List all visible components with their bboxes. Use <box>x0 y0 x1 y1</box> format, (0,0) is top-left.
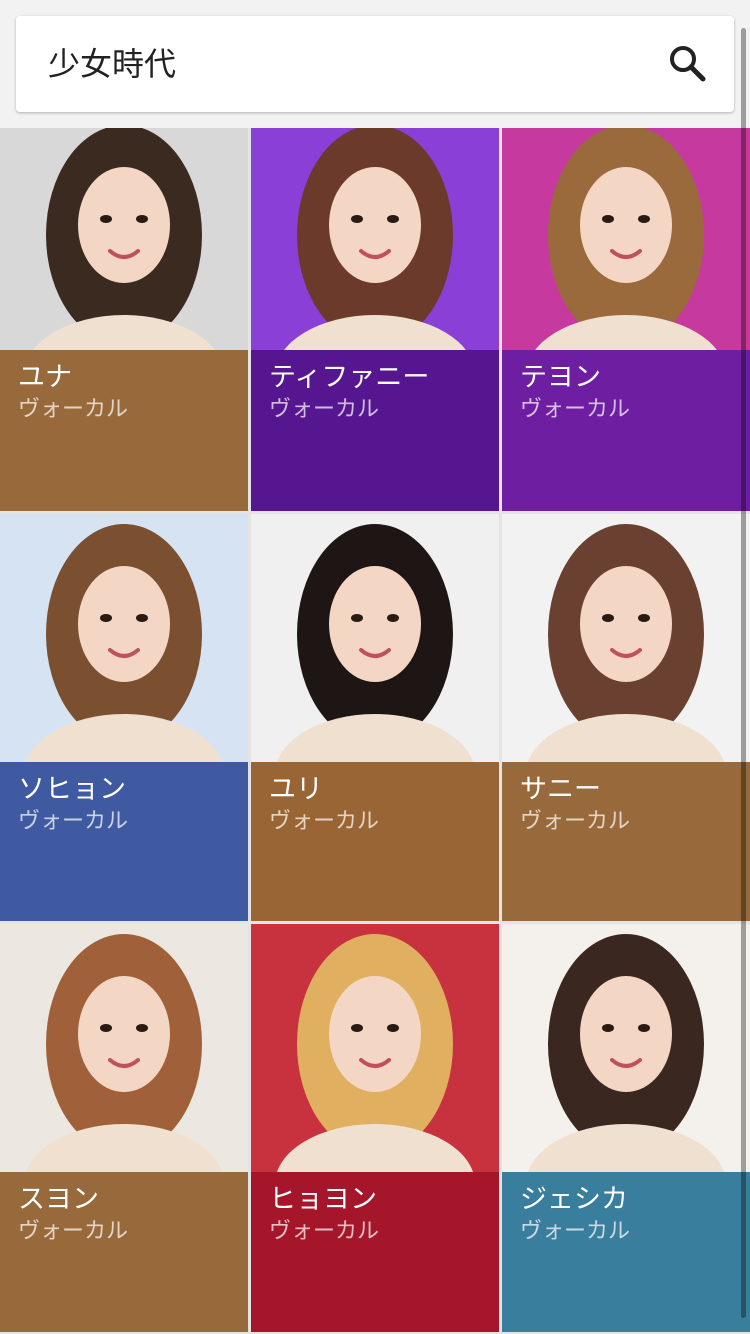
member-info: ジェシカ ヴォーカル <box>502 1172 750 1332</box>
portrait-image <box>251 924 499 1172</box>
member-photo <box>502 128 750 350</box>
member-role: ヴォーカル <box>18 397 129 422</box>
member-card-9[interactable]: ジェシカ ヴォーカル <box>502 924 750 1332</box>
member-info: スヨン ヴォーカル <box>0 1172 248 1332</box>
portrait-image <box>0 128 248 350</box>
portrait-image <box>502 924 750 1172</box>
member-photo <box>0 514 248 762</box>
member-name: スヨン <box>18 1184 99 1215</box>
member-role: ヴォーカル <box>520 809 631 834</box>
member-name: サニー <box>520 774 601 805</box>
member-role: ヴォーカル <box>269 809 380 834</box>
member-info: テヨン ヴォーカル <box>502 350 750 511</box>
portrait-image <box>502 128 750 350</box>
member-grid: ユナ ヴォーカル ティファニー ヴォーカル テヨン ヴォーカル ソヒョン ヴォー… <box>0 128 750 1334</box>
member-name: ユリ <box>269 774 323 805</box>
portrait-image <box>0 924 248 1172</box>
member-name: ユナ <box>18 362 72 393</box>
member-photo <box>251 514 499 762</box>
member-card-8[interactable]: ヒョヨン ヴォーカル <box>251 924 499 1332</box>
member-photo <box>502 514 750 762</box>
member-name: ヒョヨン <box>269 1184 377 1215</box>
member-role: ヴォーカル <box>520 397 631 422</box>
member-role: ヴォーカル <box>18 1219 129 1244</box>
member-name: ジェシカ <box>520 1184 628 1215</box>
member-info: ユナ ヴォーカル <box>0 350 248 511</box>
app-screen: 少女時代 ユナ ヴォーカル ティファニー ヴォーカル テヨン ヴォーカル ソヒョ… <box>0 0 750 1334</box>
search-query[interactable]: 少女時代 <box>48 44 176 84</box>
member-info: ヒョヨン ヴォーカル <box>251 1172 499 1332</box>
member-card-2[interactable]: ティファニー ヴォーカル <box>251 128 499 511</box>
search-icon[interactable] <box>666 42 710 86</box>
member-info: ユリ ヴォーカル <box>251 762 499 921</box>
portrait-image <box>502 514 750 762</box>
member-info: サニー ヴォーカル <box>502 762 750 921</box>
search-bar[interactable]: 少女時代 <box>16 16 734 112</box>
member-info: ソヒョン ヴォーカル <box>0 762 248 921</box>
member-card-1[interactable]: ユナ ヴォーカル <box>0 128 248 511</box>
member-role: ヴォーカル <box>18 809 129 834</box>
member-card-6[interactable]: サニー ヴォーカル <box>502 514 750 921</box>
member-photo <box>0 924 248 1172</box>
member-role: ヴォーカル <box>520 1219 631 1244</box>
member-role: ヴォーカル <box>269 1219 380 1244</box>
member-photo <box>251 924 499 1172</box>
member-name: ソヒョン <box>18 774 126 805</box>
member-photo <box>0 128 248 350</box>
member-name: テヨン <box>520 362 601 393</box>
member-card-4[interactable]: ソヒョン ヴォーカル <box>0 514 248 921</box>
member-card-7[interactable]: スヨン ヴォーカル <box>0 924 248 1332</box>
member-info: ティファニー ヴォーカル <box>251 350 499 511</box>
portrait-image <box>251 128 499 350</box>
member-card-3[interactable]: テヨン ヴォーカル <box>502 128 750 511</box>
member-photo <box>502 924 750 1172</box>
member-card-5[interactable]: ユリ ヴォーカル <box>251 514 499 921</box>
portrait-image <box>251 514 499 762</box>
scrollbar[interactable] <box>741 28 746 1318</box>
portrait-image <box>0 514 248 762</box>
member-name: ティファニー <box>269 362 430 393</box>
member-photo <box>251 128 499 350</box>
member-role: ヴォーカル <box>269 397 380 422</box>
